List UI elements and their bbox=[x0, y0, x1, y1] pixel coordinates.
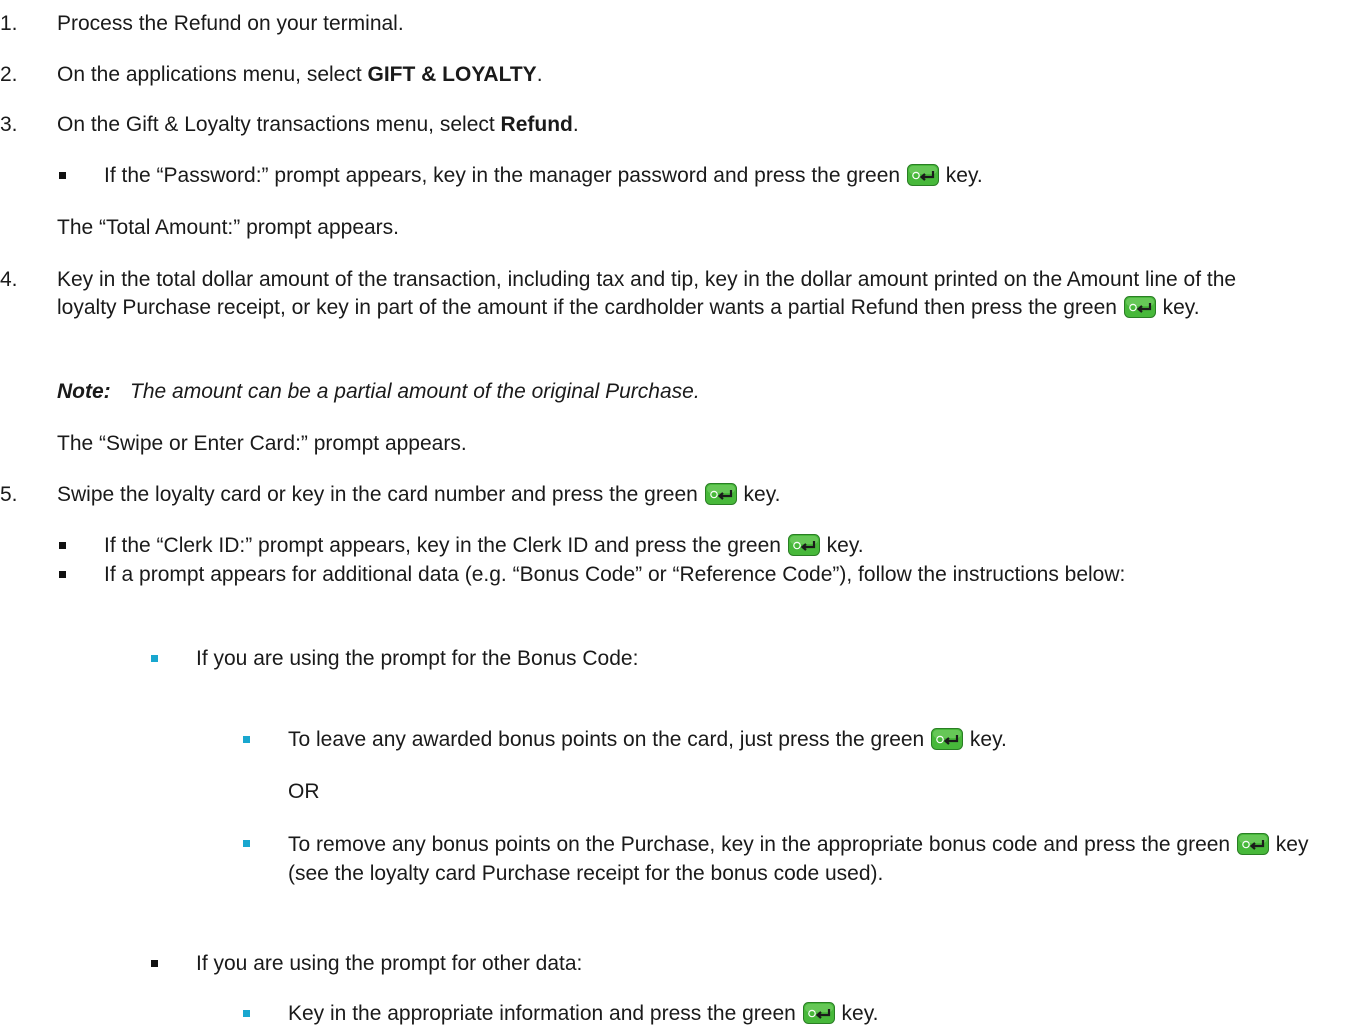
step-number: 2. bbox=[0, 63, 18, 86]
step-3-result: The “Total Amount:” prompt appears. bbox=[57, 216, 399, 239]
additional-data-bullet: If a prompt appears for additional data … bbox=[104, 563, 1126, 586]
leave-bonus-bullet: To leave any awarded bonus points on the… bbox=[288, 728, 1007, 751]
other-data-bullet: If you are using the prompt for other da… bbox=[196, 952, 583, 975]
remove-bonus-bullet: To remove any bonus points on the Purcha… bbox=[288, 833, 1309, 885]
sub-bullet-icon bbox=[243, 840, 250, 847]
step-text: Process the Refund on your terminal. bbox=[57, 12, 404, 35]
bullet-icon bbox=[59, 542, 66, 549]
green-enter-key-icon bbox=[705, 483, 737, 505]
bullet-icon bbox=[59, 571, 66, 578]
step-text: Key in the total dollar amount of the tr… bbox=[57, 268, 1237, 319]
bullet-icon bbox=[59, 172, 66, 179]
green-enter-key-icon bbox=[931, 728, 963, 750]
green-enter-key-icon bbox=[1124, 296, 1156, 318]
step-text: On the Gift & Loyalty transactions menu,… bbox=[57, 113, 579, 136]
password-bullet: If the “Password:” prompt appears, key i… bbox=[104, 164, 983, 187]
step-number: 3. bbox=[0, 113, 18, 136]
bonus-code-bullet: If you are using the prompt for the Bonu… bbox=[196, 647, 639, 670]
sub-bullet-icon bbox=[151, 655, 158, 662]
menu-option: GIFT & LOYALTY bbox=[367, 63, 537, 86]
sub-bullet-icon bbox=[243, 736, 250, 743]
step-text: Swipe the loyalty card or key in the car… bbox=[57, 483, 781, 506]
bullet-icon bbox=[151, 960, 158, 967]
green-enter-key-icon bbox=[1237, 833, 1269, 855]
other-data-instruction: Key in the appropriate information and p… bbox=[288, 1002, 879, 1025]
step-number: 1. bbox=[0, 12, 18, 35]
note: Note: The amount can be a partial amount… bbox=[57, 378, 700, 406]
step-4-result: The “Swipe or Enter Card:” prompt appear… bbox=[57, 432, 467, 455]
step-number: 4. bbox=[0, 268, 18, 291]
note-label: Note: bbox=[57, 380, 111, 403]
green-enter-key-icon bbox=[803, 1002, 835, 1024]
menu-option: Refund bbox=[500, 113, 573, 136]
green-enter-key-icon bbox=[788, 534, 820, 556]
step-number: 5. bbox=[0, 483, 18, 506]
document-page: 1. Process the Refund on your terminal. … bbox=[0, 0, 1354, 1034]
note-text: The amount can be a partial amount of th… bbox=[130, 380, 700, 403]
or-separator: OR bbox=[288, 780, 320, 803]
sub-bullet-icon bbox=[243, 1010, 250, 1017]
clerk-id-bullet: If the “Clerk ID:” prompt appears, key i… bbox=[104, 534, 864, 557]
green-enter-key-icon bbox=[907, 164, 939, 186]
step-text: On the applications menu, select GIFT & … bbox=[57, 63, 543, 86]
